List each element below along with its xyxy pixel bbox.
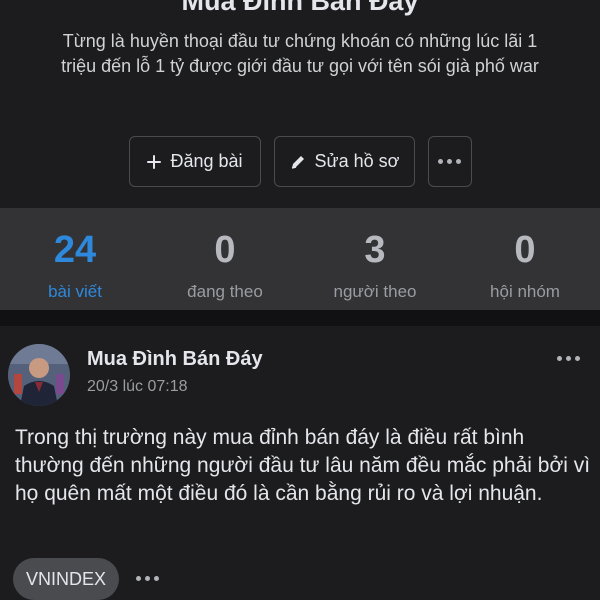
more-dots-icon [136, 575, 159, 581]
stat-count: 0 [214, 229, 236, 271]
create-post-button[interactable]: Đăng bài [128, 136, 261, 187]
profile-page: Mua Đỉnh Bán Đáy Từng là huyền thoại đầu… [0, 0, 600, 600]
post-author[interactable]: Mua Đình Bán Đáy [87, 348, 263, 371]
profile-header: Mua Đỉnh Bán Đáy Từng là huyền thoại đầu… [0, 0, 600, 208]
plus-icon [146, 154, 162, 170]
stat-label: đang theo [187, 282, 263, 301]
stat-groups[interactable]: 0 hội nhóm [450, 208, 600, 310]
stat-count: 0 [514, 229, 536, 271]
stat-label: bài viết [48, 282, 102, 301]
create-post-label: Đăng bài [170, 151, 243, 171]
post-content: Trong thị trường này mua đỉnh bán đáy là… [15, 426, 591, 505]
stat-count: 24 [53, 229, 97, 271]
section-divider [0, 310, 600, 326]
post-timestamp[interactable]: 20/3 lúc 07:18 [87, 378, 188, 396]
more-dots-icon [438, 159, 461, 164]
stat-followers[interactable]: 3 người theo [300, 208, 450, 310]
edit-profile-label: Sửa hồ sơ [314, 151, 400, 171]
stat-following[interactable]: 0 đang theo [150, 208, 300, 310]
more-dots-icon [556, 355, 580, 361]
pencil-icon [289, 153, 307, 171]
profile-bio: Từng là huyền thoại đầu tư chứng khoán c… [61, 31, 539, 76]
profile-actions: Đăng bài Sửa hồ sơ [0, 136, 600, 187]
avatar[interactable] [8, 344, 70, 406]
post-tag[interactable]: VNINDEX [13, 558, 120, 600]
stat-label: người theo [333, 282, 417, 301]
profile-more-button[interactable] [427, 136, 472, 187]
tag-more-button[interactable] [136, 571, 162, 585]
stat-label: hội nhóm [490, 282, 560, 301]
edit-profile-button[interactable]: Sửa hồ sơ [273, 136, 415, 187]
stat-count: 3 [364, 229, 386, 271]
stat-posts[interactable]: 24 bài viết [0, 208, 150, 310]
post-options-button[interactable] [553, 348, 583, 368]
profile-name: Mua Đỉnh Bán Đáy [181, 0, 419, 16]
profile-stats: 24 bài viết 0 đang theo 3 người theo 0 h… [0, 208, 600, 310]
post-card: Mua Đình Bán Đáy 20/3 lúc 07:18 Trong th… [0, 326, 600, 600]
